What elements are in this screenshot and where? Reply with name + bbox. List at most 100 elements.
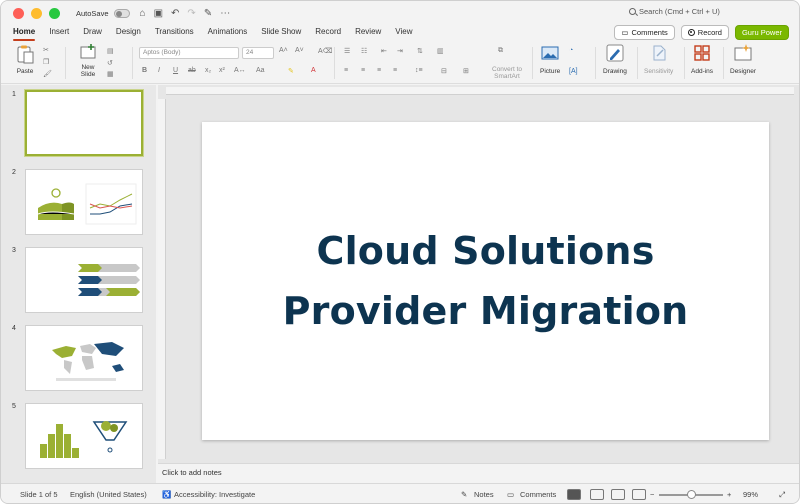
redo-icon[interactable]: ↷ [187, 8, 195, 19]
comments-button[interactable]: ▭ Comments [614, 25, 675, 40]
zoom-window-button[interactable] [49, 7, 60, 19]
grow-font-icon[interactable]: A˄ [279, 47, 288, 54]
language-status[interactable]: English (United States) [70, 490, 147, 499]
format-painter-icon[interactable]: 🖌 [43, 70, 52, 78]
notes-pane[interactable]: Click to add notes [158, 463, 799, 482]
picture-button[interactable]: Picture [540, 44, 560, 75]
subscript-icon[interactable]: x₂ [205, 67, 211, 74]
tab-animations[interactable]: Animations [208, 25, 248, 41]
decrease-indent-icon[interactable]: ⇤ [381, 47, 387, 55]
more-icon[interactable]: ⋯ [220, 8, 230, 19]
smartart-small-icon[interactable]: ⊞ [463, 67, 469, 75]
justify-icon[interactable]: ≡ [393, 67, 397, 74]
reading-view-button[interactable] [611, 489, 625, 500]
copy-icon[interactable]: ❐ [43, 58, 49, 66]
tab-design[interactable]: Design [116, 25, 141, 41]
comments-status-button[interactable]: Comments [520, 490, 556, 499]
search-box[interactable]: Search (Cmd + Ctrl + U) [629, 7, 720, 16]
zoom-in-icon[interactable]: + [727, 490, 731, 499]
edit-icon[interactable]: ✎ [204, 8, 212, 19]
align-right-icon[interactable]: ≡ [377, 67, 381, 74]
save-icon[interactable]: ▣ [154, 8, 163, 19]
notes-button[interactable]: Notes [474, 490, 494, 499]
comments-label: Comments [631, 28, 668, 37]
current-slide[interactable]: Cloud Solutions Provider Migration [202, 122, 769, 440]
numbering-icon[interactable]: ☷ [361, 47, 367, 55]
slide-thumbnail-1[interactable] [25, 90, 143, 156]
fit-to-window-icon[interactable]: ⤢ [779, 490, 785, 500]
slide-title-line-1[interactable]: Cloud Solutions [316, 221, 654, 281]
add-ins-button[interactable]: Add-ins [691, 44, 713, 75]
strikethrough-icon[interactable]: ab [188, 67, 196, 74]
font-name-dropdown[interactable]: Aptos (Body) [139, 47, 239, 59]
divider [723, 47, 724, 79]
text-box-icon[interactable]: [A] [569, 68, 578, 75]
line-spacing-icon[interactable]: ↕≡ [415, 67, 423, 74]
italic-icon[interactable]: I [158, 67, 160, 74]
tab-review[interactable]: Review [355, 25, 381, 41]
designer-button[interactable]: Designer [730, 44, 756, 75]
highlight-icon[interactable]: ✎ [288, 67, 294, 75]
slide-thumbnail-3[interactable] [25, 247, 143, 313]
close-window-button[interactable] [13, 7, 24, 19]
slide-editor-canvas[interactable]: Cloud Solutions Provider Migration [158, 85, 799, 463]
shrink-font-icon[interactable]: A˅ [295, 47, 304, 54]
align-text-icon[interactable]: ⊟ [441, 67, 447, 75]
convert-smartart-icon[interactable]: ⧉ [498, 47, 503, 55]
paste-button[interactable]: Paste [15, 44, 35, 75]
autosave-control[interactable]: AutoSave [76, 8, 130, 18]
search-icon [629, 8, 636, 15]
layout-icon[interactable]: ▤ [107, 47, 114, 55]
home-icon[interactable]: ⌂ [140, 8, 146, 19]
change-case-icon[interactable]: Aa [256, 67, 265, 74]
slide-thumbnail-2[interactable] [25, 169, 143, 235]
tab-view[interactable]: View [395, 25, 412, 41]
normal-view-button[interactable] [567, 489, 581, 500]
accessibility-status[interactable]: Accessibility: Investigate [174, 490, 255, 499]
horizontal-ruler[interactable] [166, 87, 794, 95]
tab-draw[interactable]: Draw [83, 25, 102, 41]
cut-icon[interactable]: ✂ [43, 46, 49, 54]
increase-indent-icon[interactable]: ⇥ [397, 47, 403, 55]
font-size-dropdown[interactable]: 24 [242, 47, 274, 59]
shapes-icon[interactable]: ◔ [569, 47, 573, 54]
slideshow-view-button[interactable] [632, 489, 646, 500]
record-button[interactable]: Record [680, 25, 729, 40]
vertical-ruler[interactable] [158, 99, 166, 459]
font-color-icon[interactable]: A [311, 67, 316, 74]
new-slide-button[interactable]: New Slide [79, 44, 97, 78]
text-direction-icon[interactable]: ⇅ [417, 47, 423, 55]
new-slide-label-2: Slide [80, 71, 96, 78]
slide-sorter-button[interactable] [590, 489, 604, 500]
undo-icon[interactable]: ↶ [171, 8, 179, 19]
character-spacing-icon[interactable]: A↔ [234, 67, 246, 74]
tab-home[interactable]: Home [13, 25, 36, 41]
zoom-out-icon[interactable]: − [650, 490, 654, 499]
slide-title-line-2[interactable]: Provider Migration [283, 281, 689, 341]
tab-insert[interactable]: Insert [49, 25, 69, 41]
bold-icon[interactable]: B [142, 67, 147, 74]
autosave-toggle[interactable] [113, 8, 130, 18]
tab-slide-show[interactable]: Slide Show [261, 25, 301, 41]
tab-transitions[interactable]: Transitions [155, 25, 194, 41]
zoom-level[interactable]: 99% [743, 490, 758, 499]
guru-power-button[interactable]: Guru Power [734, 25, 789, 40]
reset-icon[interactable]: ↺ [107, 59, 113, 67]
slide-thumbnail-5[interactable] [25, 403, 143, 469]
align-center-icon[interactable]: ≡ [361, 67, 365, 74]
drawing-button[interactable]: Drawing [603, 44, 627, 75]
bullets-icon[interactable]: ☰ [344, 47, 350, 55]
section-icon[interactable]: ▦ [107, 70, 114, 78]
superscript-icon[interactable]: x² [219, 67, 225, 74]
zoom-slider-thumb[interactable] [687, 490, 696, 499]
convert-smartart-label[interactable]: Convert to SmartArt [487, 66, 527, 80]
align-left-icon[interactable]: ≡ [344, 67, 348, 74]
slide-thumbnail-4[interactable] [25, 325, 143, 391]
tab-record[interactable]: Record [315, 25, 341, 41]
guru-label: Guru Power [741, 28, 782, 37]
clear-format-icon[interactable]: A⌫ [318, 47, 333, 55]
underline-icon[interactable]: U [173, 67, 178, 74]
columns-icon[interactable]: ▥ [437, 47, 444, 55]
sensitivity-button[interactable]: Sensitivity [644, 44, 673, 75]
minimize-window-button[interactable] [31, 7, 42, 19]
